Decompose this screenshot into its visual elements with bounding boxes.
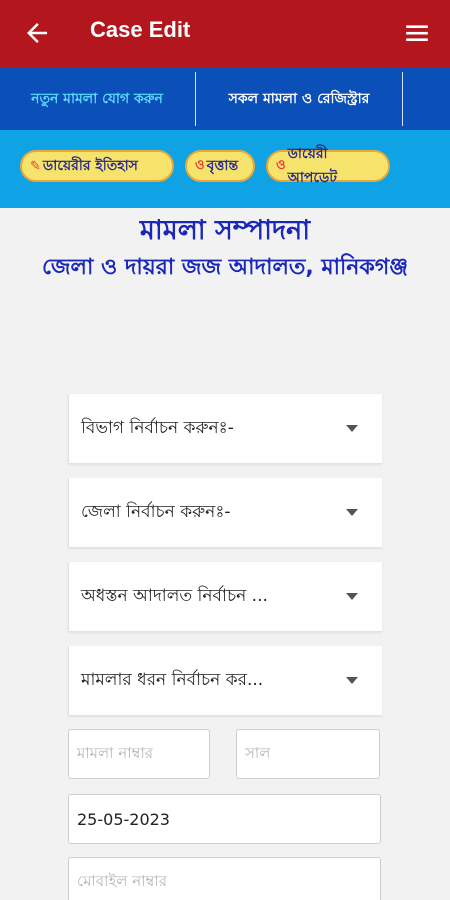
diary-history-chip[interactable]: ✎ ডায়েরীর ইতিহাস [20, 150, 174, 182]
select-value: জেলা নির্বাচন করুনঃ- [81, 501, 231, 522]
update-icon: ও [276, 157, 286, 173]
year-input[interactable]: সাল [236, 729, 380, 779]
tab-divider [402, 72, 403, 126]
diary-update-chip[interactable]: ও ডায়েরী আপডেট [266, 146, 390, 186]
district-select[interactable]: জেলা নির্বাচন করুনঃ- [68, 478, 382, 548]
date-input[interactable]: 25-05-2023 [68, 794, 381, 844]
dropdown-arrow-icon [346, 509, 358, 516]
page-title: Case Edit [90, 17, 191, 42]
action-chip-bar: ✎ ডায়েরীর ইতিহাস ও বৃত্তান্ত ও ডায়েরী … [0, 130, 450, 208]
select-value: বিভাগ নির্বাচন করুনঃ- [81, 417, 234, 438]
chip-label: ডায়েরীর ইতিহাস [42, 158, 138, 174]
case-type-select[interactable]: মামলার ধরন নির্বাচন কর... [68, 646, 382, 716]
info-icon: ও [195, 157, 205, 173]
subordinate-court-select[interactable]: অধস্তন আদালত নির্বাচন ... [68, 562, 382, 632]
mobile-number-input[interactable]: মোবাইল নাম্বার [68, 857, 381, 900]
tab-all-cases-register[interactable]: সকল মামলা ও রেজিস্ট্রার [196, 68, 402, 130]
tab-add-new-case[interactable]: নতুন মামলা যোগ করুন [0, 68, 194, 130]
arrow-left-icon[interactable] [22, 18, 52, 48]
tab-bar: নতুন মামলা যোগ করুন সকল মামলা ও রেজিস্ট্… [0, 68, 450, 130]
dropdown-arrow-icon [346, 425, 358, 432]
form-heading: মামলা সম্পাদনা [139, 215, 311, 246]
select-value: অধস্তন আদালত নির্বাচন ... [81, 585, 268, 606]
select-value: মামলার ধরন নির্বাচন কর... [81, 669, 264, 690]
hamburger-menu-icon[interactable] [404, 20, 430, 46]
case-number-input[interactable]: মামলা নাম্বার [68, 729, 210, 779]
court-name: জেলা ও দায়রা জজ আদালত, মানিকগঞ্জ [41, 255, 409, 280]
chip-label: বৃত্তান্ত [206, 158, 239, 174]
details-chip[interactable]: ও বৃত্তান্ত [185, 150, 255, 182]
app-bar: Case Edit [0, 0, 450, 68]
division-select[interactable]: বিভাগ নির্বাচন করুনঃ- [68, 394, 382, 464]
edit-icon: ✎ [30, 158, 41, 174]
dropdown-arrow-icon [346, 677, 358, 684]
chip-label: ডায়েরী আপডেট [287, 146, 337, 186]
dropdown-arrow-icon [346, 593, 358, 600]
